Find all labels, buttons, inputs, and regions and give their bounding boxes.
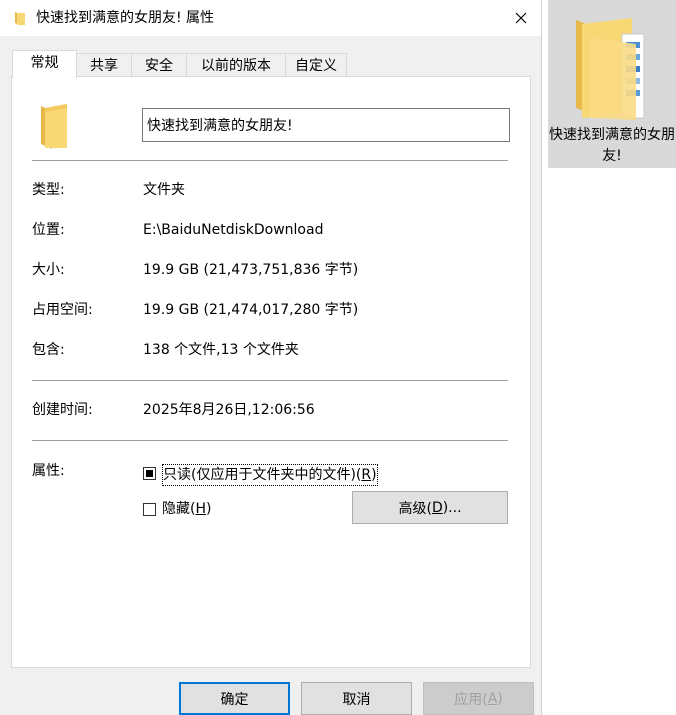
hidden-checkbox[interactable] bbox=[143, 503, 156, 516]
advanced-button[interactable]: 高级(D)... bbox=[352, 491, 508, 524]
tab-sharing[interactable]: 共享 bbox=[76, 53, 132, 77]
hidden-text-end: ) bbox=[206, 501, 212, 517]
close-icon bbox=[515, 12, 526, 24]
tab-general[interactable]: 常规 bbox=[12, 50, 77, 78]
location-value: E:\BaiduNetdiskDownload bbox=[143, 222, 324, 238]
readonly-label[interactable]: 只读(仅应用于文件夹中的文件)(R) bbox=[162, 464, 378, 486]
size-label: 大小: bbox=[32, 262, 65, 278]
separator bbox=[32, 440, 508, 441]
size-value: 19.9 GB (21,473,751,836 字节) bbox=[143, 262, 359, 278]
location-label: 位置: bbox=[32, 222, 65, 238]
hidden-access-key: H bbox=[195, 501, 206, 517]
folder-name-input[interactable] bbox=[142, 108, 510, 142]
close-button[interactable] bbox=[500, 0, 541, 36]
title-bar: 快速找到满意的女朋友! 属性 bbox=[0, 0, 541, 36]
disk-size-label: 占用空间: bbox=[32, 302, 93, 318]
readonly-access-key: R bbox=[361, 467, 372, 483]
advanced-text-end: )... bbox=[442, 499, 462, 516]
indeterminate-mark bbox=[146, 470, 153, 477]
tab-customize[interactable]: 自定义 bbox=[285, 53, 347, 77]
advanced-text: 高级( bbox=[398, 500, 432, 517]
separator bbox=[32, 160, 508, 161]
folder-icon bbox=[15, 12, 25, 25]
desktop-folder-label: 快速找到满意的女朋友! bbox=[549, 127, 675, 164]
general-panel bbox=[11, 76, 531, 668]
created-label: 创建时间: bbox=[32, 402, 93, 418]
folder-icon bbox=[41, 104, 67, 149]
type-value: 文件夹 bbox=[143, 182, 185, 198]
apply-access-key: A bbox=[487, 690, 498, 707]
contains-value: 138 个文件,13 个文件夹 bbox=[143, 342, 299, 358]
attributes-label: 属性: bbox=[32, 463, 65, 479]
window-title: 快速找到满意的女朋友! 属性 bbox=[36, 10, 215, 26]
readonly-checkbox[interactable] bbox=[143, 467, 156, 480]
properties-dialog: 快速找到满意的女朋友! 属性 常规 共享 安全 以前的版本 自定义 类型: 文件… bbox=[0, 0, 542, 715]
disk-size-value: 19.9 GB (21,474,017,280 字节) bbox=[143, 302, 359, 318]
advanced-access-key: D bbox=[431, 499, 443, 516]
tab-security[interactable]: 安全 bbox=[131, 53, 187, 77]
readonly-text-end: ) bbox=[371, 467, 377, 483]
apply-text-end: ) bbox=[497, 690, 503, 707]
folder-icon bbox=[576, 18, 645, 120]
hidden-label[interactable]: 隐藏(H) bbox=[162, 499, 211, 519]
tab-previous-versions[interactable]: 以前的版本 bbox=[186, 53, 286, 77]
type-label: 类型: bbox=[32, 182, 65, 198]
hidden-text: 隐藏( bbox=[162, 501, 196, 517]
cancel-button[interactable]: 取消 bbox=[301, 682, 412, 715]
apply-text: 应用( bbox=[454, 691, 488, 708]
readonly-text: 只读(仅应用于文件夹中的文件)( bbox=[163, 467, 362, 483]
separator bbox=[32, 380, 508, 381]
created-value: 2025年8月26日,12:06:56 bbox=[143, 402, 315, 418]
contains-label: 包含: bbox=[32, 342, 65, 358]
ok-button[interactable]: 确定 bbox=[179, 682, 290, 715]
apply-button[interactable]: 应用(A) bbox=[423, 682, 534, 715]
